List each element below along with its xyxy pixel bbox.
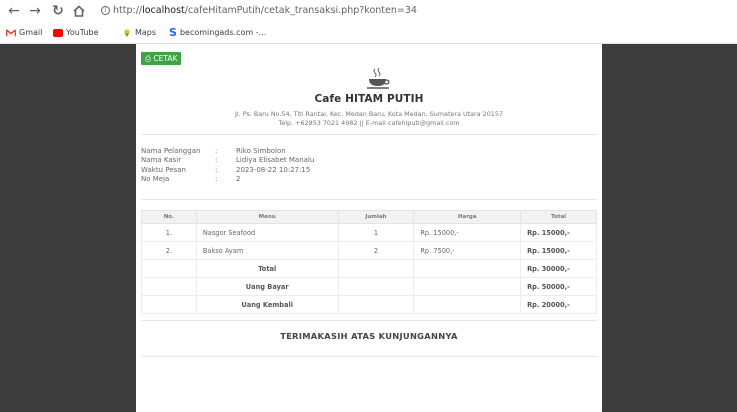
info-label: Nama Kasir (141, 156, 182, 165)
url-path: /cafeHitamPutih/cetak_transaksi.php?kont… (184, 5, 417, 16)
empty-cell (141, 259, 197, 278)
cafe-name: Cafe HITAM PUTIH (314, 93, 424, 105)
info-colon: : (215, 156, 218, 165)
summary-label: Uang Bayar (195, 277, 339, 296)
maps-icon (124, 28, 130, 37)
url-prefix: http:// (113, 5, 143, 16)
summary-row-total: Total Rp. 30000,- (141, 259, 597, 278)
empty-cell (337, 259, 415, 278)
bookmark-label: becomingads.com -... (179, 28, 267, 37)
info-colon: : (215, 174, 218, 183)
info-value: Lidiya Elisabet Manalu (236, 156, 315, 165)
becomingads-icon: S (169, 25, 177, 39)
table-header-row: No. Menu Jumlah Harga Total (141, 210, 597, 224)
bookmark-label: Maps (135, 28, 157, 37)
order-items-table: No. Menu Jumlah Harga Total 1. Nasgor Se… (141, 210, 597, 314)
info-label: No Meja (141, 174, 170, 183)
item-menu: Nasgor Seafood (195, 223, 339, 242)
cafe-address: Jl. Ps. Baru No.54, Titi Rantai, Kec. Me… (235, 110, 503, 118)
summary-value: Rp. 30000,- (520, 259, 597, 278)
address-bar[interactable]: http://localhost/cafeHitamPutih/cetak_tr… (113, 3, 673, 19)
empty-cell (337, 277, 415, 296)
info-label: Waktu Pesan (141, 165, 186, 174)
empty-cell (337, 295, 415, 314)
browser-toolbar: ← → ↻ i http://localhost/cafeHitamPutih/… (0, 0, 737, 44)
header-total: Total (520, 210, 597, 224)
info-value: 2 (236, 174, 241, 183)
empty-cell (141, 277, 197, 296)
divider (141, 199, 597, 200)
divider (141, 356, 597, 357)
back-arrow-icon[interactable]: ← (6, 3, 22, 19)
coffee-cup-icon (367, 67, 390, 89)
summary-label: Uang Kembali (195, 295, 339, 314)
info-label: Nama Pelanggan (141, 147, 201, 155)
info-value: Riko Simbolon (236, 147, 286, 155)
table-row: 1. Nasgor Seafood 1 Rp. 15000,- Rp. 1500… (141, 223, 597, 242)
receipt-page: ⎙ CETAK Cafe HITAM PUTIH Jl. Ps. Baru No… (136, 44, 602, 412)
item-qty: 2 (337, 241, 415, 260)
bookmark-gmail[interactable]: Gmail (6, 27, 42, 39)
youtube-icon (53, 28, 63, 37)
summary-label: Total (195, 259, 339, 278)
printer-icon: ⎙ (145, 54, 151, 63)
summary-value: Rp. 20000,- (520, 295, 597, 314)
info-colon: : (215, 147, 218, 155)
item-price: Rp. 7500,- (413, 241, 522, 260)
bookmark-maps[interactable]: Maps (122, 27, 156, 39)
summary-row-paid: Uang Bayar Rp. 50000,- (141, 277, 597, 296)
item-no: 2. (141, 241, 197, 260)
item-total: Rp. 15000,- (520, 241, 597, 260)
bookmark-youtube[interactable]: YouTube (53, 27, 99, 39)
bookmark-becomingads[interactable]: Sbecomingads.com -... (169, 27, 266, 39)
forward-arrow-icon[interactable]: → (27, 3, 43, 19)
header-qty: Jumlah (337, 210, 415, 224)
item-total: Rp. 15000,- (520, 223, 597, 242)
site-info-icon[interactable]: i (101, 6, 110, 15)
thank-you-message: TERIMAKASIH ATAS KUNJUNGANNYA (280, 331, 458, 341)
header-menu: Menu (195, 210, 339, 224)
cafe-contact: Telp. +62853 7021 4982 || E-mail cafehip… (278, 119, 460, 127)
summary-value: Rp. 50000,- (520, 277, 597, 296)
item-no: 1. (141, 223, 197, 242)
header-no: No. (141, 210, 197, 224)
bookmark-label: YouTube (66, 28, 99, 37)
info-colon: : (215, 165, 218, 174)
table-row: 2. Bakso Ayam 2 Rp. 7500,- Rp. 15000,- (141, 241, 597, 260)
print-button-label: CETAK (153, 54, 178, 63)
empty-cell (413, 259, 522, 278)
header-price: Harga (413, 210, 522, 224)
summary-row-change: Uang Kembali Rp. 20000,- (141, 295, 597, 314)
url-host: localhost (142, 5, 185, 16)
divider (141, 134, 597, 135)
gmail-icon (6, 28, 16, 36)
item-menu: Bakso Ayam (195, 241, 339, 260)
item-qty: 1 (337, 223, 415, 242)
bookmarks-bar: Gmail YouTube Maps Sbecomingads.com -... (0, 24, 737, 42)
navigation-row: ← → ↻ i http://localhost/cafeHitamPutih/… (0, 0, 737, 22)
info-value: 2023-08-22 10:27:15 (236, 165, 311, 174)
empty-cell (413, 295, 522, 314)
home-icon[interactable] (71, 3, 87, 19)
item-price: Rp. 15000,- (413, 223, 522, 242)
empty-cell (141, 295, 197, 314)
empty-cell (413, 277, 522, 296)
print-button[interactable]: ⎙ CETAK (141, 52, 182, 65)
bookmark-label: Gmail (19, 28, 43, 37)
reload-icon[interactable]: ↻ (50, 3, 66, 19)
divider (141, 320, 597, 321)
